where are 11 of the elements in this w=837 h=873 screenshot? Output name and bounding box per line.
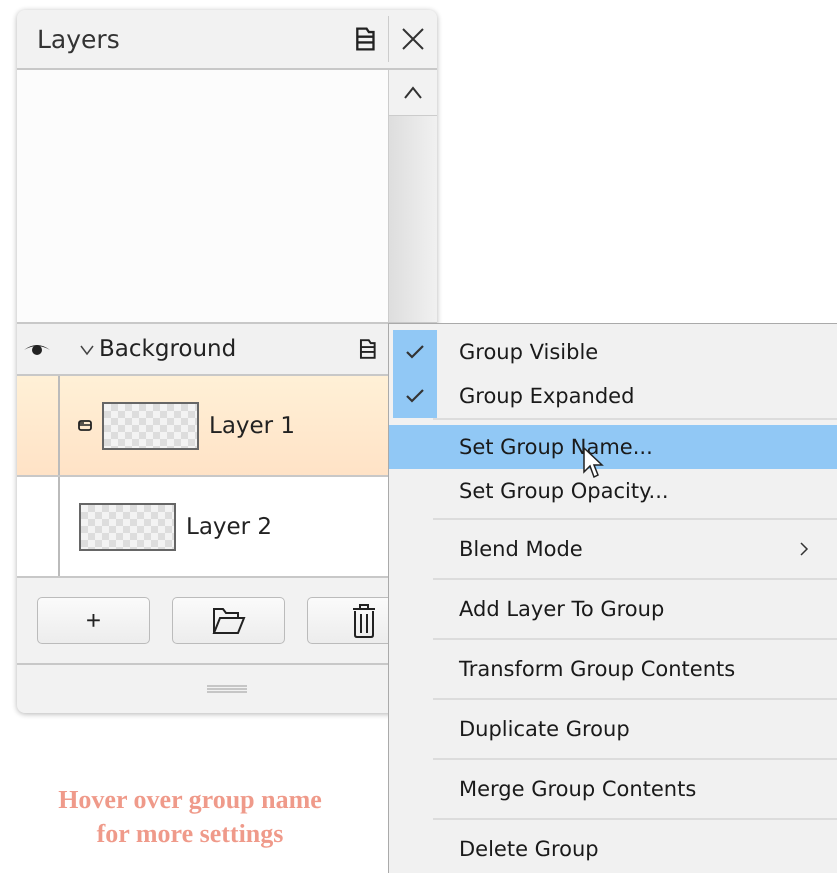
- hint-text: Hover over group name for more settings: [57, 784, 323, 850]
- layer-name[interactable]: Layer 2: [186, 514, 272, 540]
- panel-title: Layers: [36, 24, 121, 54]
- menu-item[interactable]: Merge Group Contents: [389, 765, 837, 813]
- menu-item[interactable]: Duplicate Group: [389, 705, 837, 753]
- menu-item[interactable]: Add Layer To Group: [389, 585, 837, 633]
- menu-item[interactable]: Transform Group Contents: [389, 645, 837, 693]
- group-name[interactable]: Background: [99, 336, 360, 362]
- menu-item[interactable]: Delete Group: [389, 825, 837, 873]
- layer-name[interactable]: Layer 1: [209, 412, 296, 438]
- add-layer-button[interactable]: +: [37, 597, 150, 644]
